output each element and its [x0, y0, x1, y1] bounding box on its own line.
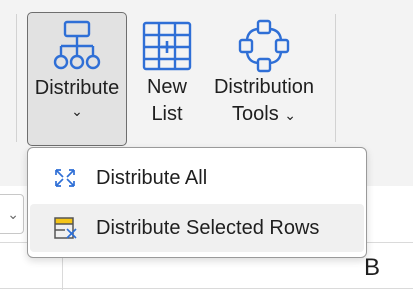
distribute-dropdown-menu: Distribute All Distribute Selected Rows — [27, 147, 367, 258]
menu-item-label: Distribute Selected Rows — [96, 216, 320, 239]
menu-item-label: Distribute All — [96, 166, 208, 189]
chevron-down-icon: ⌄ — [284, 107, 296, 123]
new-list-label-line2: List — [151, 103, 183, 125]
new-list-button[interactable]: New List — [132, 12, 202, 146]
new-list-table-icon — [142, 21, 192, 71]
column-header-b[interactable]: B — [364, 254, 380, 282]
distribution-tools-label-text: Tools — [232, 103, 279, 125]
chevron-down-icon: ⌄ — [71, 103, 83, 119]
distribution-tools-label-line2: Tools ⌄ — [232, 101, 296, 128]
distribute-arrows-icon — [55, 169, 75, 187]
ribbon-separator — [16, 14, 17, 142]
menu-item-distribute-all[interactable]: Distribute All — [30, 154, 364, 202]
distribute-button[interactable]: Distribute ⌄ — [27, 12, 127, 146]
distribution-tools-label-line1: Distribution — [213, 76, 315, 98]
selected-rows-icon — [54, 217, 77, 239]
distribution-tools-button[interactable]: Distribution Tools ⌄ — [205, 12, 323, 146]
org-chart-icon — [53, 20, 101, 70]
menu-item-distribute-selected-rows[interactable]: Distribute Selected Rows — [30, 204, 364, 252]
distribute-label: Distribute — [34, 77, 120, 99]
new-list-label-line1: New — [146, 76, 187, 98]
chevron-down-icon: ⌄ — [7, 205, 19, 222]
network-nodes-icon — [238, 19, 290, 73]
ribbon-separator — [335, 14, 336, 142]
name-box-dropdown[interactable]: ⌄ — [0, 194, 24, 234]
